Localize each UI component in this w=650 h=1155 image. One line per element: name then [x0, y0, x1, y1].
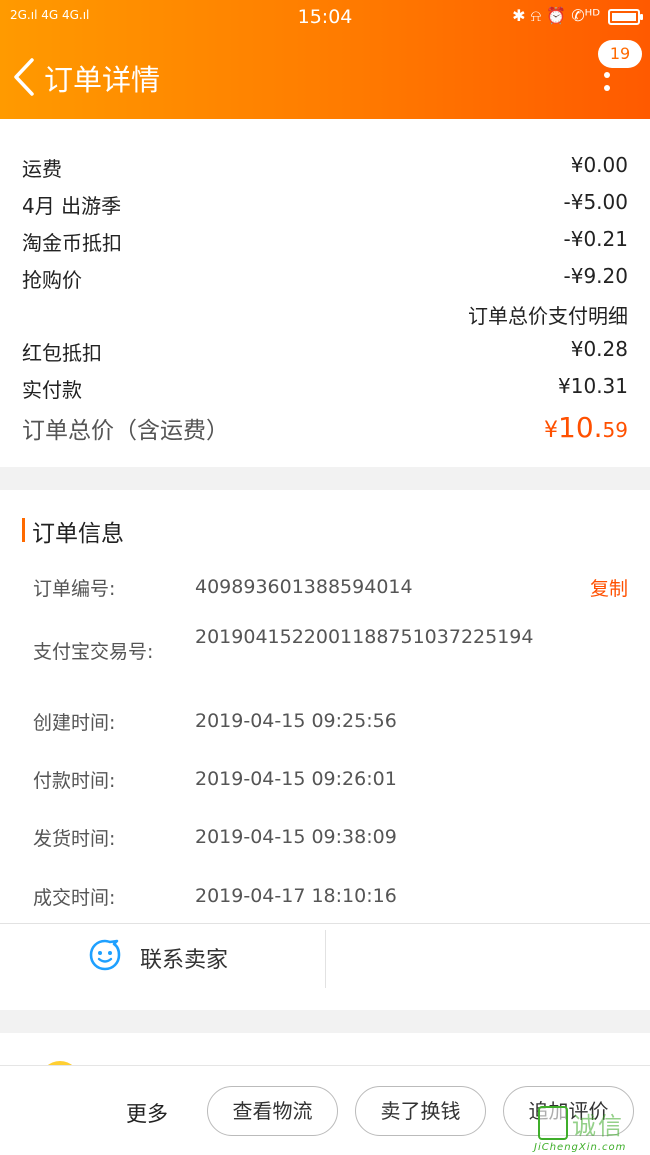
message-count-badge[interactable]: 19 [598, 40, 642, 68]
payment-detail-link[interactable]: 订单总价支付明细 [468, 300, 628, 329]
copy-button[interactable]: 复制 [590, 574, 628, 601]
price-label: 抢购价 [22, 268, 82, 292]
info-value: 2019-04-15 09:26:01 [195, 768, 397, 790]
info-value: 2019-04-15 09:25:56 [195, 710, 397, 732]
more-button[interactable]: 更多 [126, 1098, 168, 1128]
info-key: 成交时间: [33, 887, 116, 909]
battery-icon [608, 9, 643, 25]
price-value: ¥10.31 [558, 374, 628, 398]
chat-bubble-icon [89, 939, 121, 971]
back-arrow-icon[interactable] [12, 58, 36, 96]
order-total-label: 订单总价（含运费） [22, 418, 229, 444]
price-label: 4月 出游季 [22, 194, 122, 218]
price-value: -¥9.20 [563, 264, 628, 288]
info-key: 创建时间: [33, 712, 116, 734]
price-label: 实付款 [22, 378, 82, 402]
price-label: 红包抵扣 [22, 341, 102, 365]
app-header: 2G.ıl 4G 4G.ıl 15:04 ✱ ⍾ ⏰ ✆ᴴᴰ 订单详情 19 [0, 0, 650, 119]
info-key: 订单编号: [33, 578, 116, 600]
info-key: 支付宝交易号: [33, 641, 154, 663]
price-detail-card: 运费 ¥0.00 4月 出游季 -¥5.00 淘金币抵扣 -¥0.21 抢购价 … [0, 119, 650, 467]
order-info-card: 订单信息 订单编号: 409893601388594014 复制 支付宝交易号:… [0, 490, 650, 1010]
watermark-url: JiChengXin.com [534, 1142, 627, 1153]
more-options-icon[interactable] [604, 72, 610, 92]
price-value: -¥5.00 [563, 190, 628, 214]
view-logistics-button[interactable]: 查看物流 [207, 1086, 338, 1136]
price-value: ¥0.00 [570, 153, 628, 177]
watermark-text: 诚信 [572, 1112, 624, 1140]
order-total-value: ¥10.59 [544, 411, 628, 444]
site-watermark: 诚信 JiChengXin.com [528, 1102, 650, 1155]
contact-seller-label: 联系卖家 [140, 948, 229, 973]
info-key: 发货时间: [33, 828, 116, 850]
price-value: ¥0.28 [570, 337, 628, 361]
page-title: 订单详情 [44, 63, 161, 97]
resell-button[interactable]: 卖了换钱 [355, 1086, 486, 1136]
info-key: 付款时间: [33, 770, 116, 792]
price-label: 运费 [22, 157, 62, 181]
watermark-logo-icon [538, 1106, 568, 1140]
info-value: 2019-04-17 18:10:16 [195, 885, 397, 907]
vertical-divider [325, 930, 326, 988]
info-value: 2019-04-15 09:38:09 [195, 826, 397, 848]
status-bar: 2G.ıl 4G 4G.ıl 15:04 ✱ ⍾ ⏰ ✆ᴴᴰ [0, 0, 650, 36]
divider [0, 923, 650, 924]
status-icons: ✱ ⍾ ⏰ ✆ᴴᴰ [512, 6, 600, 25]
info-value: 409893601388594014 [195, 576, 413, 598]
section-accent-bar [22, 518, 25, 542]
info-value: 2019041522001188751037225194 [195, 626, 534, 648]
price-value: -¥0.21 [563, 227, 628, 251]
price-label: 淘金币抵扣 [22, 231, 122, 255]
section-title: 订单信息 [32, 521, 124, 547]
